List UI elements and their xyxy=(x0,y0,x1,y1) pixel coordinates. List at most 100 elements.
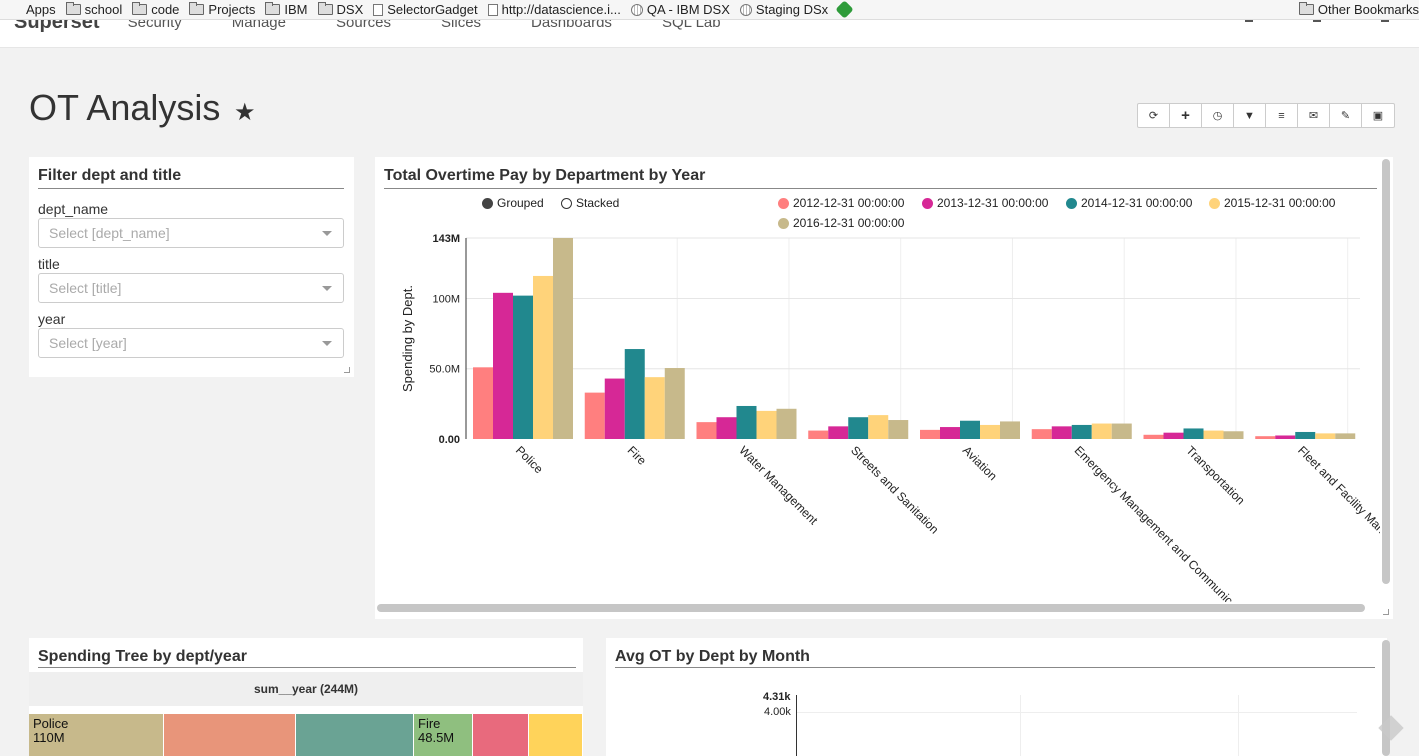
treemap-cell[interactable] xyxy=(164,714,296,756)
bar-transportation-4 xyxy=(1223,431,1244,439)
bar-streets-and-sanitation-1 xyxy=(828,426,849,439)
bar-streets-and-sanitation-4 xyxy=(888,420,909,439)
nav-manage[interactable]: Manage xyxy=(232,20,286,31)
bar-emergency-management-and-communications-4 xyxy=(1111,423,1132,439)
bookmark-dsx[interactable]: DSX xyxy=(317,2,363,17)
chevron-down-icon xyxy=(322,286,332,291)
bar-fire-1 xyxy=(604,378,625,439)
chevron-down-icon xyxy=(322,341,332,346)
treemap-root[interactable]: sum__year (244M) xyxy=(29,672,583,706)
history-icon: ◷ xyxy=(1212,110,1223,122)
docs-icon[interactable] xyxy=(1313,20,1321,22)
y-tick-label: 143M xyxy=(432,233,460,245)
y-axis-line xyxy=(796,695,797,756)
folder-icon xyxy=(265,2,281,15)
page-icon xyxy=(487,3,498,16)
bar-fire-0 xyxy=(584,392,605,439)
save-button[interactable]: ▣ xyxy=(1362,104,1394,127)
bar-fire-2 xyxy=(624,349,645,439)
apps-icon xyxy=(10,4,22,16)
bookmark-staging-dsx[interactable]: Staging DSx xyxy=(739,2,828,17)
bar-aviation-2 xyxy=(960,420,980,439)
nav-security[interactable]: Security xyxy=(128,20,182,31)
dashboard-title: OT Analysis xyxy=(29,87,221,128)
resize-handle[interactable] xyxy=(344,367,350,373)
vertical-scrollbar[interactable] xyxy=(1382,159,1390,584)
globe-icon xyxy=(630,3,643,16)
horizontal-scrollbar[interactable] xyxy=(377,604,1365,612)
bar-aviation-3 xyxy=(980,424,1000,439)
filter-icon: ▼ xyxy=(1244,109,1255,122)
bar-emergency-management-and-communications-1 xyxy=(1051,426,1072,439)
dept-name-select[interactable]: Select [dept_name] xyxy=(38,218,344,248)
bar-fleet-and-facility-management-3 xyxy=(1315,433,1336,439)
bookmark-green[interactable] xyxy=(835,0,855,19)
user-icon[interactable] xyxy=(1245,20,1253,22)
refresh-interval-button[interactable]: ◷ xyxy=(1202,104,1234,127)
filter-button[interactable]: ▼ xyxy=(1234,104,1266,127)
nav-sql-lab[interactable]: SQL Lab xyxy=(662,20,721,31)
bar-fire-3 xyxy=(644,377,665,439)
top-navbar: Superset Security Manage Sources Slices … xyxy=(0,20,1419,48)
year-select[interactable]: Select [year] xyxy=(38,328,344,358)
folder-icon xyxy=(132,2,148,15)
bar-water-management-3 xyxy=(756,410,777,439)
bar-police-4 xyxy=(553,238,573,439)
bar-emergency-management-and-communications-3 xyxy=(1091,423,1112,439)
email-button[interactable]: ✉ xyxy=(1298,104,1330,127)
divider xyxy=(38,667,576,668)
nav-sources[interactable]: Sources xyxy=(336,20,391,31)
bar-emergency-management-and-communications-2 xyxy=(1071,424,1092,439)
refresh-button[interactable]: ⟳ xyxy=(1138,104,1170,127)
add-icon: + xyxy=(1181,107,1190,124)
bookmark-code[interactable]: code xyxy=(132,2,179,17)
y-tick-label: 50.0M xyxy=(429,364,460,376)
divider xyxy=(615,667,1375,668)
bar-water-management-0 xyxy=(696,422,717,439)
edit-button[interactable]: ✎ xyxy=(1330,104,1362,127)
refresh-icon: ⟳ xyxy=(1148,110,1159,122)
resize-handle[interactable] xyxy=(1383,609,1389,615)
filter-label-dept: dept_name xyxy=(38,201,109,217)
grid-line xyxy=(1238,695,1239,756)
grid-line xyxy=(1020,695,1021,756)
bar-streets-and-sanitation-2 xyxy=(848,417,869,439)
bookmark-other[interactable]: Other Bookmarks xyxy=(1298,2,1419,17)
nav-dashboards[interactable]: Dashboards xyxy=(531,20,612,31)
treemap-cell[interactable] xyxy=(529,714,583,756)
bookmark-apps[interactable]: Apps xyxy=(10,2,56,17)
brand-logo[interactable]: Superset xyxy=(14,20,100,34)
bookmark-selectorgadget[interactable]: SelectorGadget xyxy=(373,2,478,17)
avg-ot-title: Avg OT by Dept by Month xyxy=(615,648,810,665)
bar-fleet-and-facility-management-4 xyxy=(1335,433,1356,439)
treemap-cell-police[interactable]: Police 110M xyxy=(29,714,164,756)
bar-police-2 xyxy=(513,295,533,439)
bar-police-1 xyxy=(493,292,513,439)
bar-fleet-and-facility-management-2 xyxy=(1295,431,1316,439)
bar-police-3 xyxy=(533,275,553,439)
treemap-cell-fire[interactable]: Fire 48.5M xyxy=(414,714,473,756)
nav-slices[interactable]: Slices xyxy=(441,20,481,31)
x-tick-label: Water Management xyxy=(736,443,821,528)
x-tick-label: Fleet and Facility Manag xyxy=(1295,443,1380,545)
filter-panel: Filter dept and title dept_name Select [… xyxy=(29,157,354,377)
bookmark-ibm[interactable]: IBM xyxy=(265,2,308,17)
bar-water-management-1 xyxy=(716,417,737,439)
dashboard-toolbar: ⟳ + ◷ ▼ ≡ ✉ ✎ ▣ xyxy=(1137,103,1395,128)
title-select[interactable]: Select [title] xyxy=(38,273,344,303)
github-icon[interactable] xyxy=(1381,20,1389,22)
favorite-star-icon[interactable]: ★ xyxy=(234,98,256,127)
bar-aviation-1 xyxy=(940,427,960,439)
css-icon: ≡ xyxy=(1278,109,1285,122)
filter-panel-title: Filter dept and title xyxy=(38,167,182,184)
bookmark-school[interactable]: school xyxy=(65,2,122,17)
bar-chart-panel: Total Overtime Pay by Department by Year… xyxy=(375,157,1393,619)
bookmark-datascience[interactable]: http://datascience.i... xyxy=(487,2,621,17)
add-slice-button[interactable]: + xyxy=(1170,104,1202,127)
bookmark-projects[interactable]: Projects xyxy=(189,2,255,17)
css-button[interactable]: ≡ xyxy=(1266,104,1298,127)
bookmark-qa-ibm-dsx[interactable]: QA - IBM DSX xyxy=(630,2,730,17)
treemap-cell[interactable] xyxy=(296,714,414,756)
treemap-cell[interactable] xyxy=(473,714,529,756)
bar-aviation-0 xyxy=(920,429,940,439)
